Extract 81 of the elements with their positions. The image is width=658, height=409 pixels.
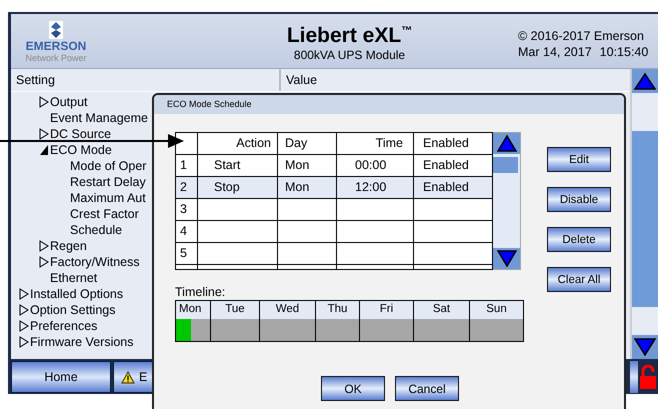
day-label: Thu <box>316 301 360 319</box>
tree-item[interactable]: Ethernet <box>50 270 98 286</box>
collapsed-triangle-icon[interactable] <box>39 240 49 252</box>
scroll-thumb[interactable] <box>493 157 518 173</box>
day-label: Mon <box>176 301 211 319</box>
tree-item[interactable]: Restart Delay <box>70 174 146 190</box>
table-cell: Start <box>198 155 278 176</box>
action-button[interactable]: Disable <box>547 187 611 212</box>
day-label: Sat <box>414 301 470 319</box>
product-title: Liebert eXL$^{™}$ <box>286 23 412 48</box>
expanded-triangle-icon[interactable] <box>39 144 49 156</box>
collapsed-triangle-icon[interactable] <box>19 336 29 348</box>
dialog-button[interactable]: OK <box>321 376 385 401</box>
scroll-thumb[interactable] <box>632 131 658 307</box>
collapsed-triangle-icon[interactable] <box>39 96 49 108</box>
time-text: 10:15:40 <box>600 44 648 60</box>
action-button[interactable]: Clear All <box>547 267 611 292</box>
table-row[interactable]: 4 <box>176 221 492 243</box>
warning-icon <box>121 370 135 384</box>
table-cell: 00:00 <box>337 155 414 176</box>
home-button[interactable]: Home <box>11 361 111 393</box>
column-header: Action <box>198 133 278 154</box>
day-label: Tue <box>211 301 260 319</box>
table-cell-text: Enabled <box>422 157 470 174</box>
logo-text: EMERSON <box>26 38 86 52</box>
column-header: Day <box>278 133 337 154</box>
logo-subtext: Network Power <box>25 52 87 64</box>
tree-item[interactable]: Output <box>50 94 88 110</box>
scroll-down-button[interactable] <box>632 335 658 359</box>
collapsed-triangle-icon[interactable] <box>39 128 49 140</box>
tree-item[interactable]: Preferences <box>30 318 98 334</box>
table-row[interactable]: 1 Start Mon 00:00 Enabled <box>176 155 492 177</box>
dialog-button[interactable]: Cancel <box>395 376 459 401</box>
tree-item[interactable]: Schedule <box>70 222 122 238</box>
timeline-label: Timeline: <box>175 284 226 300</box>
row-number: 1 <box>176 155 198 176</box>
toolbar-button[interactable] <box>630 361 638 393</box>
tree-item[interactable]: Installed Options <box>30 286 124 302</box>
scroll-up-button[interactable] <box>632 69 658 93</box>
product-subtitle: 800kVA UPS Module <box>294 48 406 63</box>
tree-item[interactable]: Mode of Oper <box>70 158 146 174</box>
collapsed-triangle-icon[interactable] <box>19 304 29 316</box>
tree-item[interactable]: Maximum Aut <box>70 190 146 206</box>
table-row[interactable]: 2 Stop Mon 12:00 Enabled <box>176 177 492 199</box>
column-header: Time <box>337 133 414 154</box>
table-row[interactable]: 5 <box>176 243 492 265</box>
date-text: Mar 14, 2017 <box>518 44 592 60</box>
collapsed-triangle-icon[interactable] <box>19 288 29 300</box>
unlocked-padlock-icon[interactable] <box>640 365 656 389</box>
collapsed-triangle-icon[interactable] <box>39 256 49 268</box>
day-label: Sun <box>470 301 523 319</box>
tree-item[interactable]: Factory/Witness <box>50 254 140 270</box>
table-cell: 12:00 <box>337 177 414 198</box>
tree-item[interactable]: DC Source <box>50 126 112 142</box>
tree-item[interactable]: Option Settings <box>30 302 116 318</box>
action-button[interactable]: Delete <box>547 227 611 252</box>
table-cell: Mon <box>278 155 337 176</box>
tree-item[interactable]: ECO Mode <box>50 142 112 158</box>
row-number: 4 <box>176 221 198 242</box>
tree-item[interactable]: Crest Factor <box>70 206 139 222</box>
action-button[interactable]: Edit <box>547 147 611 172</box>
table-cell-text: Enabled <box>422 179 470 196</box>
row-number: 2 <box>176 177 198 198</box>
column-header: Value <box>285 72 318 89</box>
copyright-text: © 2016-2017 Emerson <box>518 28 644 44</box>
table-cell: Mon <box>278 177 337 198</box>
scroll-down-button[interactable] <box>493 248 520 269</box>
logo-icon <box>49 20 63 38</box>
tree-item[interactable]: Event Manageme <box>50 110 148 126</box>
row-number: 5 <box>176 243 198 264</box>
table-cell: Stop <box>198 177 278 198</box>
dialog-title: ECO Mode Schedule <box>167 99 252 109</box>
table-row[interactable]: 3 <box>176 199 492 221</box>
day-label: Fri <box>360 301 414 319</box>
row-number: 3 <box>176 199 198 220</box>
scroll-up-button[interactable] <box>493 133 520 154</box>
column-header: Enabled <box>422 135 470 152</box>
collapsed-triangle-icon[interactable] <box>19 320 29 332</box>
tree-item[interactable]: Firmware Versions <box>30 334 134 350</box>
day-label: Wed <box>260 301 316 319</box>
tree-item[interactable]: Regen <box>50 238 87 254</box>
